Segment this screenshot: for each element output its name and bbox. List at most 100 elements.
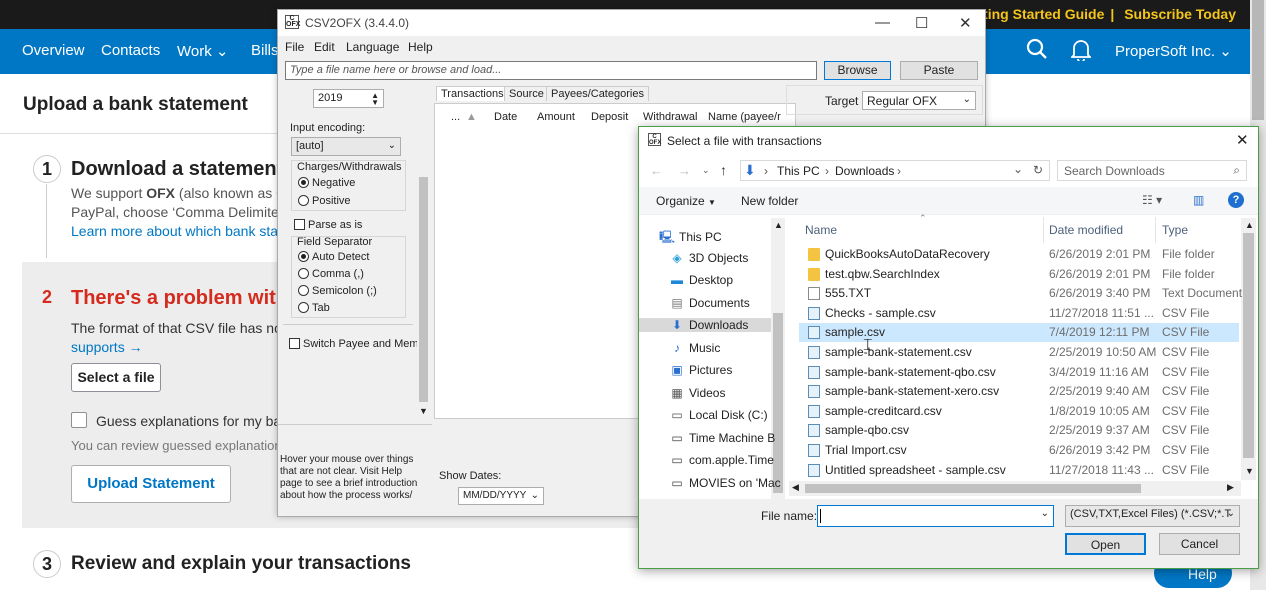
company-menu[interactable]: ProperSoft Inc. ⌄ <box>1115 42 1232 60</box>
scroll-up-icon[interactable]: ▲ <box>774 220 783 230</box>
paste-button[interactable]: Paste <box>900 61 978 80</box>
file-row[interactable]: Trial Import.csv 6/26/2019 3:42 PM CSV Fil… <box>799 441 1239 460</box>
encoding-select[interactable]: [auto] ⌄ <box>291 137 401 156</box>
nav-item-com-apple-time[interactable]: ▭ com.apple.Time <box>669 453 774 467</box>
guess-checkbox[interactable] <box>71 412 87 428</box>
scroll-right-icon[interactable]: ▶ <box>1227 482 1234 493</box>
tab-transactions[interactable]: Transactions <box>436 86 509 101</box>
year-spinner[interactable]: 2019 ▲ ▼ <box>313 89 384 108</box>
chevron-down-icon[interactable]: ⌄ <box>1013 162 1023 176</box>
learn-more-link[interactable]: Learn more about which bank state <box>71 223 290 239</box>
nav-item-music[interactable]: ♪ Music <box>669 341 720 355</box>
up-icon[interactable]: ↑ <box>720 162 727 178</box>
supports-link[interactable]: supports → <box>71 339 143 355</box>
close-icon[interactable]: ✕ <box>1236 131 1249 149</box>
file-row[interactable]: sample-creditcard.csv 1/8/2019 10:05 AM CS… <box>799 402 1239 421</box>
nav-item-3d-objects[interactable]: ◈ 3D Objects <box>669 251 748 265</box>
charges-positive[interactable]: Positive <box>298 195 351 207</box>
chevron-down-icon[interactable]: ⌄ <box>1041 508 1049 519</box>
dialog-titlebar[interactable]: C OFX Select a file with transactions ✕ <box>639 127 1258 155</box>
file-type-filter[interactable]: (CSV,TXT,Excel Files) (*.CSV;*.T ⌄ <box>1065 505 1240 527</box>
file-row[interactable]: sample-bank-statement-xero.csv 2/25/2019 … <box>799 382 1239 401</box>
file-row[interactable]: sample-qbo.csv 2/25/2019 9:37 AM CSV File <box>799 421 1239 440</box>
column-more[interactable]: ... <box>451 111 460 123</box>
recent-locations-icon[interactable]: ⌄ <box>702 165 710 176</box>
switch-payee-checkbox[interactable]: Switch Payee and Memo <box>289 338 425 350</box>
breadcrumb-this-pc[interactable]: This PC <box>777 164 820 178</box>
nav-scrollbar-thumb[interactable] <box>773 313 783 493</box>
scroll-down-icon[interactable]: ▼ <box>1245 466 1254 476</box>
upload-statement-button[interactable]: Upload Statement <box>71 465 231 503</box>
menu-help[interactable]: Help <box>408 40 433 54</box>
file-row[interactable]: QuickBooksAutoDataRecovery 6/26/2019 2:01… <box>799 245 1239 264</box>
nav-item-documents[interactable]: ▤ Documents <box>669 296 749 310</box>
column-amount[interactable]: Amount <box>537 111 575 123</box>
column-name[interactable]: Name (payee/r <box>708 111 781 123</box>
refresh-icon[interactable]: ↻ <box>1033 163 1043 177</box>
nav-item-local-disk-c[interactable]: ▭ Local Disk (C:) <box>669 408 767 422</box>
target-select[interactable]: Regular OFX ⌄ <box>862 91 976 110</box>
scroll-up-icon[interactable]: ▲ <box>1245 220 1254 230</box>
file-path-input[interactable]: Type a file name here or browse and load… <box>285 61 817 80</box>
filename-input[interactable]: ⌄ <box>817 505 1054 527</box>
nav-bills[interactable]: Bills <box>251 42 279 59</box>
scroll-left-icon[interactable]: ◀ <box>792 482 799 493</box>
subscribe-link[interactable]: Subscribe Today <box>1124 6 1236 22</box>
help-icon[interactable]: ? <box>1228 192 1244 208</box>
browse-button[interactable]: Browse <box>824 61 891 80</box>
search-input[interactable]: Search Downloads ⌕ <box>1057 160 1247 181</box>
back-icon[interactable]: ← <box>650 163 663 178</box>
new-folder-button[interactable]: New folder <box>741 194 798 208</box>
parse-as-is-checkbox[interactable]: Parse as is <box>294 219 362 231</box>
close-icon[interactable]: ✕ <box>959 14 972 32</box>
file-row[interactable]: Checks - sample.csv 11/27/2018 11:51 ... C… <box>799 304 1239 323</box>
maximize-icon[interactable]: ☐ <box>915 14 928 32</box>
scroll-down-icon[interactable]: ▼ <box>419 406 428 416</box>
date-format-select[interactable]: MM/DD/YYYY ⌄ <box>458 487 544 505</box>
sep-semicolon[interactable]: Semicolon (;) <box>298 285 377 297</box>
file-row[interactable]: Untitled spreadsheet - sample.csv 11/27/2… <box>799 461 1239 480</box>
minimize-icon[interactable]: — <box>875 14 890 31</box>
tab-source[interactable]: Source <box>504 86 549 101</box>
menu-edit[interactable]: Edit <box>314 40 335 54</box>
organize-button[interactable]: Organize ▼ <box>656 194 716 208</box>
nav-item-downloads[interactable]: ⬇ Downloads <box>639 318 771 332</box>
csv2ofx-titlebar[interactable]: C OFX CSV2OFX (3.4.4.0) — ☐ ✕ <box>278 10 985 36</box>
file-row[interactable]: sample-bank-statement-qbo.csv 3/4/2019 11… <box>799 363 1239 382</box>
file-list-vscrollbar[interactable]: ▲ ▼ <box>1241 218 1256 480</box>
nav-contacts[interactable]: Contacts <box>101 42 160 59</box>
sep-comma[interactable]: Comma (,) <box>298 268 364 280</box>
left-panel-scrollbar[interactable]: ▼ <box>417 87 430 418</box>
sep-tab[interactable]: Tab <box>298 302 330 314</box>
nav-item-desktop[interactable]: ▬ Desktop <box>669 273 733 287</box>
open-button[interactable]: Open <box>1065 533 1146 555</box>
menu-file[interactable]: File <box>285 40 304 54</box>
column-date[interactable]: Date <box>494 111 517 123</box>
select-file-button[interactable]: Select a file <box>71 363 161 392</box>
breadcrumb-downloads[interactable]: Downloads <box>835 164 894 178</box>
menu-language[interactable]: Language <box>346 40 399 54</box>
bell-icon[interactable] <box>1069 39 1093 65</box>
preview-pane-icon[interactable]: ▥ <box>1193 193 1204 207</box>
nav-work[interactable]: Work ⌄ <box>177 42 228 60</box>
charges-negative[interactable]: Negative <box>298 177 355 189</box>
forward-icon[interactable]: → <box>678 163 691 178</box>
page-scrollbar-thumb[interactable] <box>1252 0 1264 120</box>
search-icon[interactable] <box>1026 38 1048 66</box>
address-bar[interactable]: ⬇ › This PC › Downloads › ⌄ ↻ <box>740 160 1050 181</box>
column-name-header[interactable]: Name <box>805 223 837 237</box>
nav-item-time-machine-b[interactable]: ▭ Time Machine B <box>669 431 775 445</box>
file-list-hscrollbar-thumb[interactable] <box>805 484 1141 493</box>
sep-auto-detect[interactable]: Auto Detect <box>298 251 369 263</box>
file-list-vscrollbar-thumb[interactable] <box>1243 233 1254 458</box>
column-date-header[interactable]: Date modified <box>1049 223 1123 237</box>
nav-item-pictures[interactable]: ▣ Pictures <box>669 363 732 377</box>
tab-payees-categories[interactable]: Payees/Categories <box>546 86 649 101</box>
file-row[interactable]: 555.TXT 6/26/2019 3:40 PM Text Document <box>799 284 1242 303</box>
column-withdrawal[interactable]: Withdrawal <box>643 111 697 123</box>
nav-item-movies-on-mac[interactable]: ▭ MOVIES on 'Mac <box>669 476 780 490</box>
file-row[interactable]: test.qbw.SearchIndex 6/26/2019 2:01 PM Fil… <box>799 265 1239 284</box>
left-panel-scrollbar-thumb[interactable] <box>419 177 428 402</box>
nav-overview[interactable]: Overview <box>22 42 85 59</box>
column-type-header[interactable]: Type <box>1162 223 1188 237</box>
